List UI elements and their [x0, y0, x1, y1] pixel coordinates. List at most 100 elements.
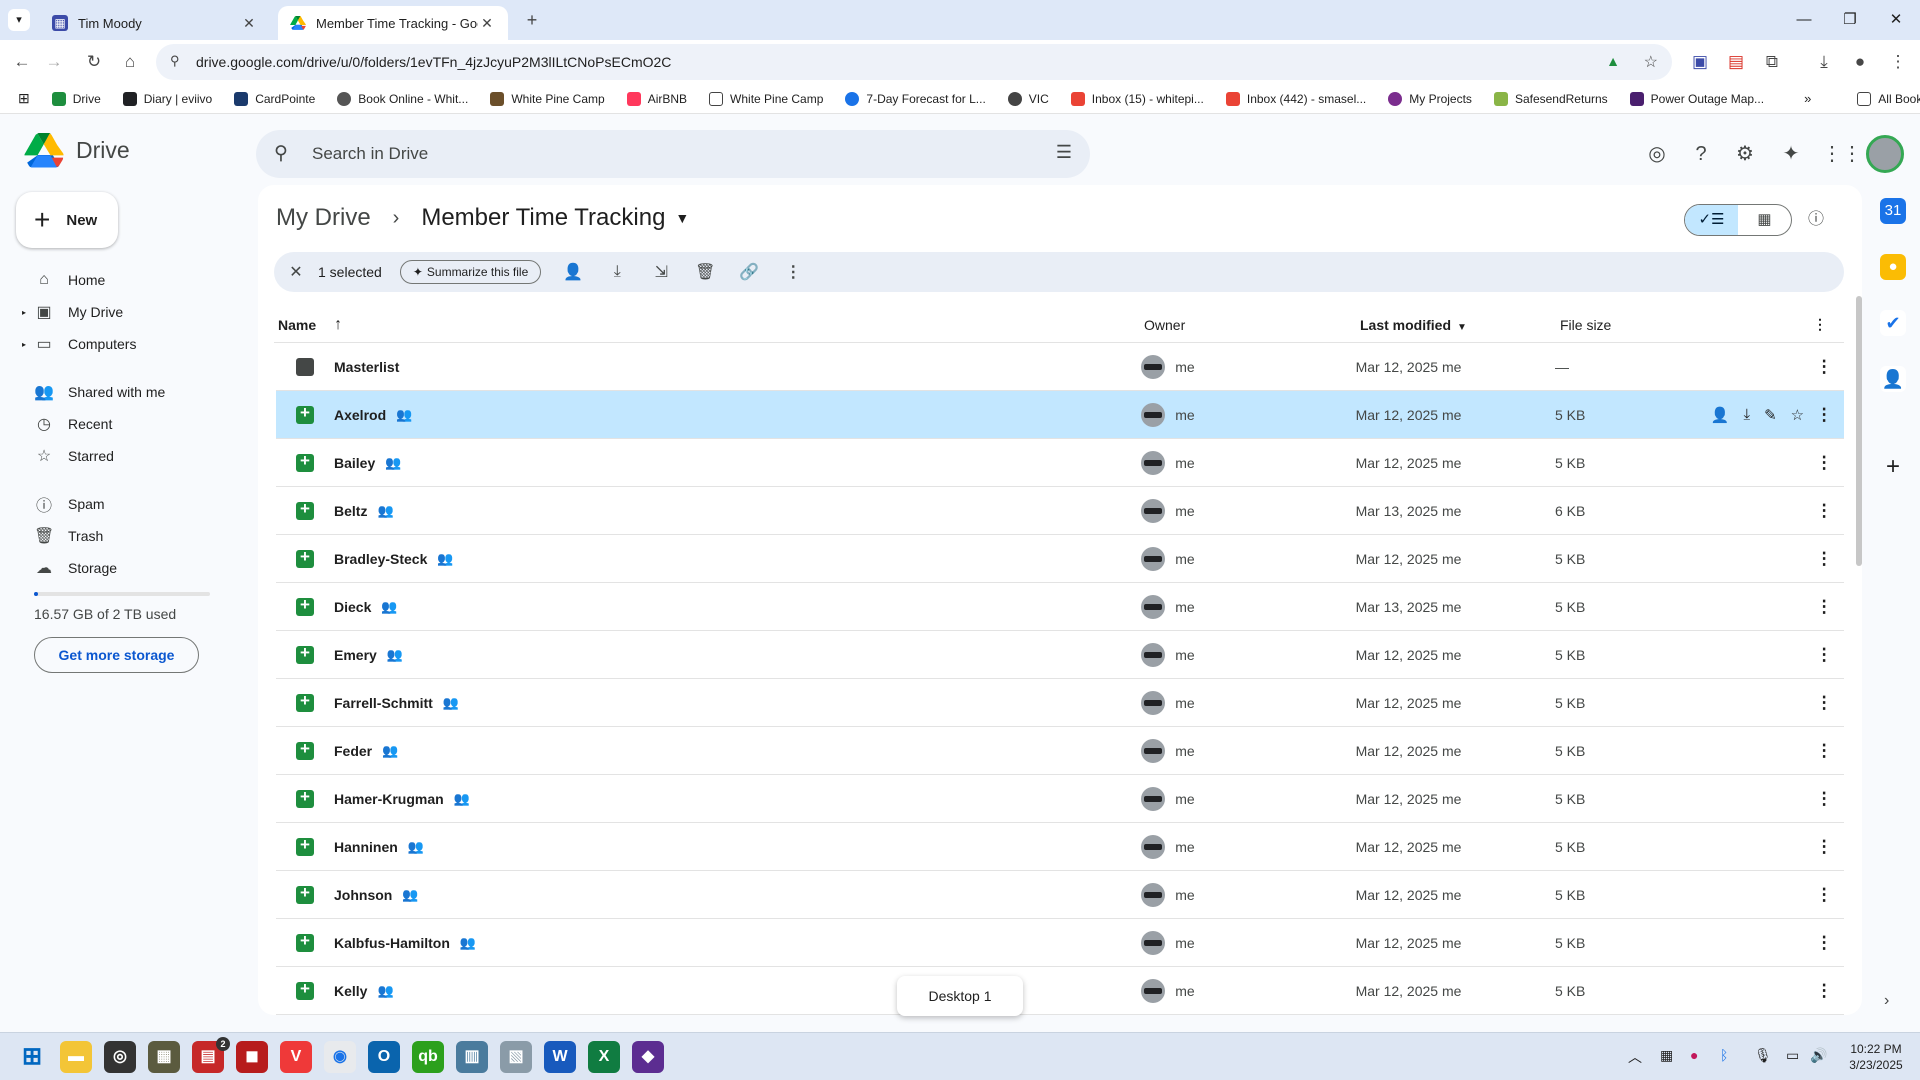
row-more-actions-icon[interactable]: ⋮ [1804, 789, 1844, 809]
file-name[interactable]: Kelly [334, 983, 367, 999]
browser-menu-icon[interactable]: ⋮ [1884, 48, 1912, 76]
bookmark-item[interactable]: SafesendReturns [1493, 91, 1608, 106]
add-panel-icon[interactable]: + [1880, 454, 1906, 480]
downloads-icon[interactable]: ⤓ [1810, 48, 1838, 76]
profile-avatar[interactable]: ● [1846, 48, 1874, 76]
address-bar[interactable]: ⚲ drive.google.com/drive/u/0/folders/1ev… [156, 44, 1672, 80]
browser-tab-active[interactable]: Member Time Tracking - Google ✕ [278, 6, 508, 40]
app-icon-5[interactable]: ▥ [456, 1041, 488, 1073]
expand-arrow-icon[interactable]: ▸ [22, 308, 26, 317]
bookmark-item[interactable]: Diary | eviivo [122, 91, 212, 106]
tray-app-icon[interactable]: ▦ [1660, 1047, 1673, 1064]
apps-grid-icon[interactable]: ⊞ [18, 90, 30, 107]
file-name[interactable]: Emery [334, 647, 377, 663]
show-hidden-icons-chevron-icon[interactable]: ︿ [1628, 1047, 1642, 1067]
contacts-icon[interactable]: 👤 [1880, 366, 1906, 392]
file-name[interactable]: Axelrod [334, 407, 386, 423]
bluetooth-icon[interactable]: ᛒ [1720, 1047, 1728, 1063]
file-name[interactable]: Johnson [334, 887, 392, 903]
table-row[interactable]: Emery 👥 me Mar 12, 2025 me 5 KB ⋮ [276, 631, 1844, 679]
forward-icon[interactable]: → [40, 48, 68, 76]
more-actions-icon[interactable]: ⋮ [771, 262, 815, 282]
file-name[interactable]: Dieck [334, 599, 371, 615]
grid-view-icon[interactable]: ▦ [1738, 205, 1791, 235]
sort-dropdown-icon[interactable]: ▼ [1457, 322, 1467, 333]
app-icon-7[interactable]: ◆ [632, 1041, 664, 1073]
row-more-actions-icon[interactable]: ⋮ [1804, 933, 1844, 953]
search-options-icon[interactable]: ☰ [1056, 142, 1072, 163]
file-name[interactable]: Bradley-Steck [334, 551, 427, 567]
breadcrumb-current-folder[interactable]: Member Time Tracking [421, 204, 665, 232]
file-name[interactable]: Hanninen [334, 839, 398, 855]
row-more-actions-icon[interactable]: ⋮ [1804, 693, 1844, 713]
add-star-icon[interactable]: ☆ [1791, 406, 1804, 424]
download-icon[interactable]: ⤓ [595, 263, 639, 281]
row-more-actions-icon[interactable]: ⋮ [1804, 645, 1844, 665]
sidebar-item-storage[interactable]: ☁ Storage [16, 552, 246, 584]
column-name-header[interactable]: Name ↑ [274, 316, 1144, 334]
file-name[interactable]: Feder [334, 743, 372, 759]
browser-tab-inactive[interactable]: ▦ Tim Moody ✕ [40, 6, 270, 40]
column-options-icon[interactable]: ⋮ [1800, 316, 1840, 333]
bookmark-item[interactable]: Inbox (15) - whitepi... [1070, 91, 1204, 106]
bookmark-item[interactable]: My Projects [1388, 91, 1472, 106]
table-row[interactable]: Hanninen 👥 me Mar 12, 2025 me 5 KB ⋮ [276, 823, 1844, 871]
file-name[interactable]: Hamer-Krugman [334, 791, 444, 807]
sidebar-item-recent[interactable]: ◷ Recent [16, 408, 246, 440]
move-folder-icon[interactable]: ⇲ [639, 262, 683, 282]
copy-link-icon[interactable]: 🔗 [727, 262, 771, 282]
sidebar-item-spam[interactable]: ⓘ Spam [16, 488, 246, 520]
help-icon[interactable]: ? [1686, 139, 1716, 169]
expand-arrow-icon[interactable]: ▸ [22, 340, 26, 349]
bookmark-item[interactable]: VIC [1007, 91, 1049, 106]
more-bookmarks-chevron-icon[interactable]: » [1804, 91, 1811, 106]
table-row[interactable]: Kelly 👥 me Mar 12, 2025 me 5 KB ⋮ [276, 967, 1844, 1015]
app-icon-6[interactable]: ▧ [500, 1041, 532, 1073]
row-more-actions-icon[interactable]: ⋮ [1804, 837, 1844, 857]
back-icon[interactable]: ← [8, 48, 36, 76]
table-row[interactable]: Masterlist me Mar 12, 2025 me — ⋮ [276, 343, 1844, 391]
search-icon[interactable]: ⚲ [274, 142, 288, 165]
sidebar-item-home[interactable]: ⌂ Home [16, 264, 246, 296]
bookmark-item[interactable]: Power Outage Map... [1629, 91, 1764, 106]
gemini-sparkle-icon[interactable]: ✦ [1776, 139, 1806, 169]
search-input[interactable]: ⚲ Search in Drive ☰ [256, 130, 1090, 178]
table-row[interactable]: Johnson 👥 me Mar 12, 2025 me 5 KB ⋮ [276, 871, 1844, 919]
app-icon-2[interactable]: ▦ [148, 1041, 180, 1073]
app-icon-1[interactable]: ◎ [104, 1041, 136, 1073]
windows-start-icon[interactable]: ⊞ [16, 1041, 48, 1073]
row-more-actions-icon[interactable]: ⋮ [1804, 549, 1844, 569]
collapse-panel-chevron-icon[interactable]: › [1884, 992, 1889, 1010]
row-more-actions-icon[interactable]: ⋮ [1804, 885, 1844, 905]
site-info-icon[interactable]: ⚲ [170, 53, 180, 69]
bookmark-item[interactable]: CardPointe [234, 91, 315, 106]
minimize-window-icon[interactable]: — [1784, 8, 1824, 32]
row-more-actions-icon[interactable]: ⋮ [1804, 981, 1844, 1001]
clear-selection-icon[interactable]: ✕ [274, 262, 318, 282]
scrollbar[interactable] [1856, 296, 1862, 566]
bookmark-item[interactable]: Book Online - Whit... [337, 91, 468, 106]
reload-icon[interactable]: ↻ [80, 48, 108, 76]
file-explorer-icon[interactable]: ▬ [60, 1041, 92, 1073]
file-name[interactable]: Masterlist [334, 359, 399, 375]
sidebar-item-my-drive[interactable]: ▸ ▣ My Drive [16, 296, 246, 328]
table-row[interactable]: Hamer-Krugman 👥 me Mar 12, 2025 me 5 KB ⋮ [276, 775, 1844, 823]
get-more-storage-button[interactable]: Get more storage [34, 637, 199, 673]
app-icon-4[interactable]: ◼ [236, 1041, 268, 1073]
table-row[interactable]: Axelrod 👥 me Mar 12, 2025 me 5 KB 👤 ⤓ ✎ ☆⋮ [276, 391, 1844, 439]
row-more-actions-icon[interactable]: ⋮ [1804, 741, 1844, 761]
sidebar-item-starred[interactable]: ☆ Starred [16, 440, 246, 472]
tasks-icon[interactable]: ✔ [1880, 310, 1906, 336]
view-toggle[interactable]: ✓☰ ▦ [1684, 204, 1792, 236]
bookmark-folder[interactable]: White Pine Camp [709, 91, 823, 106]
system-clock[interactable]: 10:22 PM 3/23/2025 [1836, 1041, 1916, 1073]
table-row[interactable]: Farrell-Schmitt 👥 me Mar 12, 2025 me 5 KB ⋮ [276, 679, 1844, 727]
volume-icon[interactable]: 🔊 [1810, 1047, 1827, 1064]
sort-ascending-arrow-icon[interactable]: ↑ [334, 316, 342, 334]
outlook-icon[interactable]: O [368, 1041, 400, 1073]
table-row[interactable]: Dieck 👥 me Mar 13, 2025 me 5 KB ⋮ [276, 583, 1844, 631]
table-row[interactable]: Bailey 👥 me Mar 12, 2025 me 5 KB ⋮ [276, 439, 1844, 487]
table-row[interactable]: Beltz 👥 me Mar 13, 2025 me 6 KB ⋮ [276, 487, 1844, 535]
app-icon-3[interactable]: ▤ 2 [192, 1037, 230, 1073]
drive-extension-icon[interactable]: ▲ [1606, 53, 1620, 69]
